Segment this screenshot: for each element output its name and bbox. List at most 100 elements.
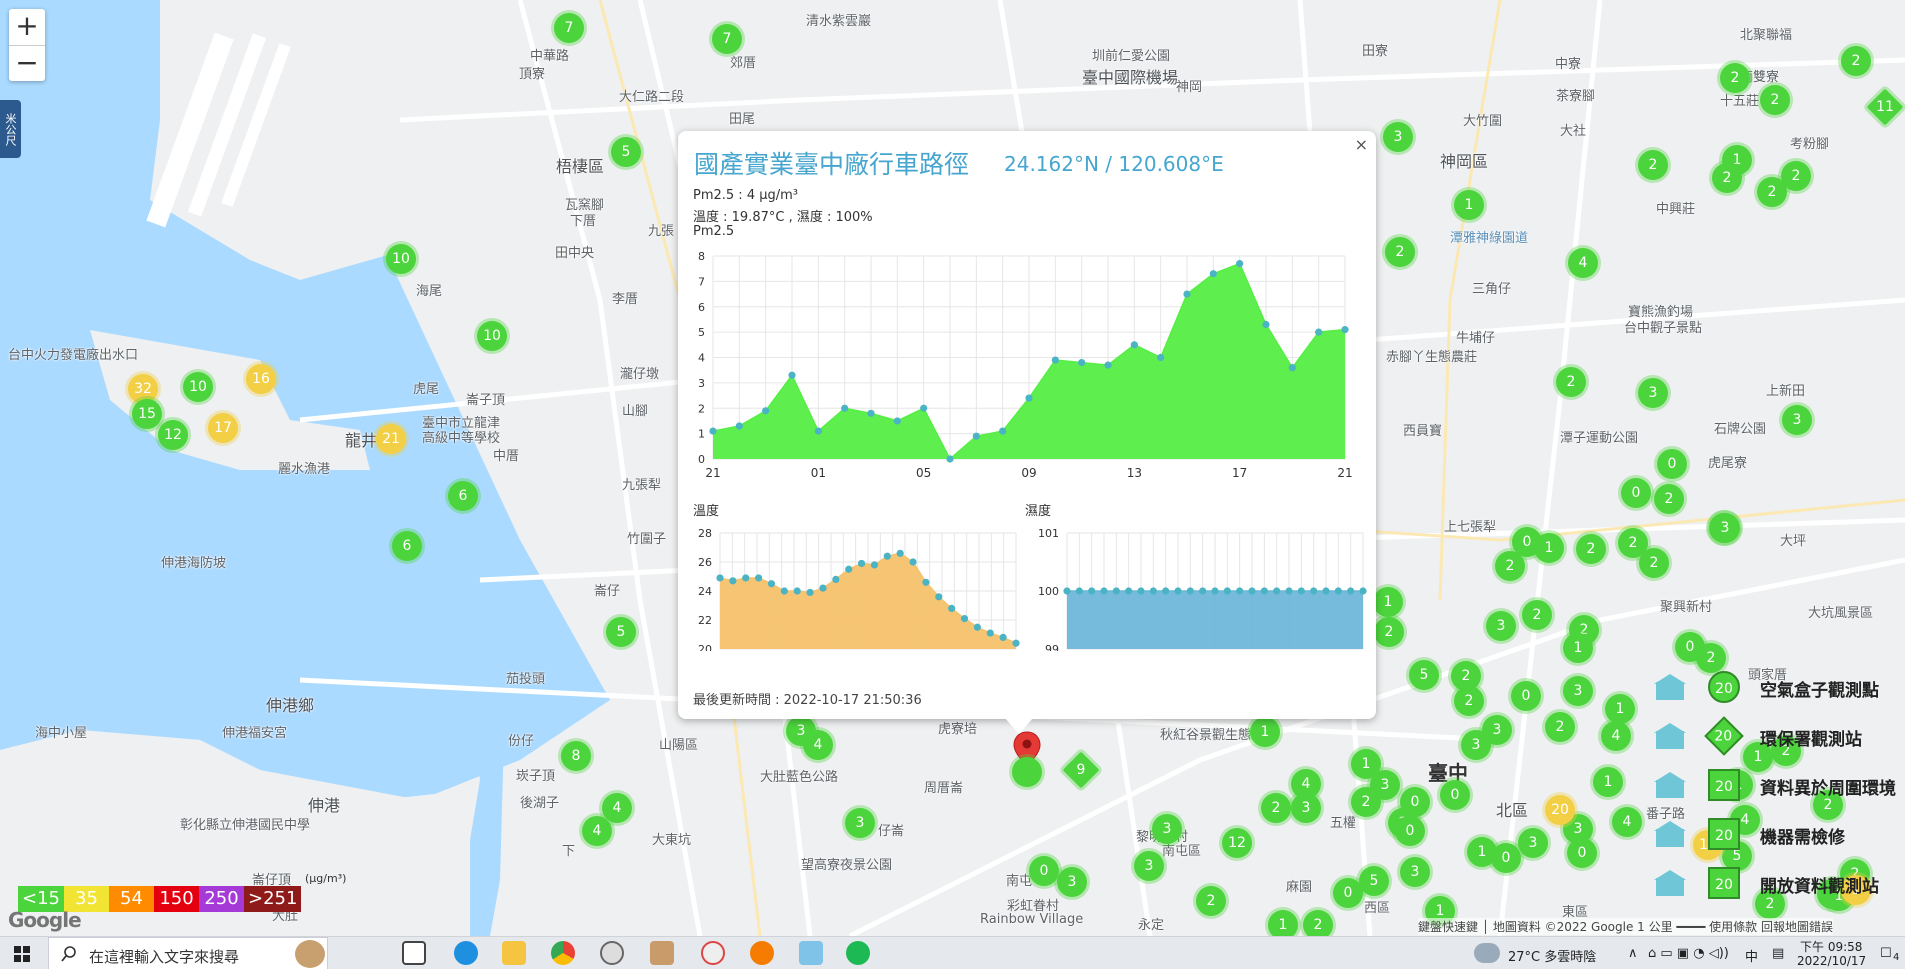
sensor-marker[interactable]: 1 xyxy=(1534,533,1564,563)
zoom-in-button[interactable]: + xyxy=(9,9,45,45)
sensor-marker[interactable]: 12 xyxy=(158,420,188,450)
clock-time[interactable]: 下午 09:58 xyxy=(1800,938,1862,955)
sensor-marker[interactable]: 3 xyxy=(1782,405,1812,435)
sensor-marker[interactable]: 2 xyxy=(1196,886,1226,916)
sensor-marker[interactable]: 5 xyxy=(606,617,636,647)
sensor-marker[interactable]: 4 xyxy=(1568,248,1598,278)
sensor-marker[interactable]: 21 xyxy=(376,424,406,454)
sensor-marker[interactable]: 2 xyxy=(1454,686,1484,716)
weather-text[interactable]: 27°C 多雲時陰 xyxy=(1508,946,1596,965)
sensor-marker[interactable]: 1 xyxy=(1268,910,1298,936)
sensor-marker[interactable]: 10 xyxy=(477,321,507,351)
sensor-marker[interactable]: 6 xyxy=(392,531,422,561)
sensor-marker[interactable]: 3 xyxy=(1638,378,1668,408)
sensor-marker[interactable]: 7 xyxy=(554,13,584,43)
sensor-marker[interactable]: 0 xyxy=(1029,856,1059,886)
sensor-marker[interactable]: 3 xyxy=(1400,857,1430,887)
sensor-marker[interactable]: 3 xyxy=(1291,793,1321,823)
input-method-indicator[interactable]: 中 xyxy=(1745,946,1758,965)
notification-icon[interactable]: ☐ xyxy=(1880,946,1892,961)
sensor-marker[interactable]: 3 xyxy=(1563,676,1593,706)
sensor-marker[interactable]: 0 xyxy=(1657,449,1687,479)
file-explorer-icon[interactable] xyxy=(502,941,526,965)
chrome-browser-icon[interactable] xyxy=(551,941,575,965)
sensor-marker[interactable]: 4 xyxy=(1601,721,1631,751)
compass-app-icon[interactable] xyxy=(600,941,624,965)
sensor-marker[interactable]: 7 xyxy=(712,24,742,54)
snipping-tool-icon[interactable] xyxy=(701,941,725,965)
sensor-marker[interactable]: 0 xyxy=(1511,681,1541,711)
sensor-marker[interactable]: 3 xyxy=(1383,122,1413,152)
map-attribution[interactable]: 鍵盤快速鍵 │ 地圖資料 ©2022 Google 1 公里 ━━━━ 使用條款… xyxy=(1418,918,1833,935)
selected-sensor-marker[interactable] xyxy=(1012,757,1042,787)
tray-chevron-up-icon[interactable]: ∧ xyxy=(1628,946,1638,961)
sensor-marker[interactable]: 16 xyxy=(246,364,276,394)
sensor-marker[interactable]: 10 xyxy=(183,372,213,402)
sensor-marker[interactable]: 3 xyxy=(1710,513,1740,543)
sensor-marker[interactable]: 0 xyxy=(1395,816,1425,846)
sensor-marker[interactable]: 2 xyxy=(1385,237,1415,267)
sensor-marker[interactable]: 3 xyxy=(1370,770,1400,800)
sensor-marker[interactable]: 3 xyxy=(1482,715,1512,745)
sensor-marker[interactable]: 2 xyxy=(1576,534,1606,564)
sensor-marker[interactable]: 1 xyxy=(1593,767,1623,797)
sensor-marker[interactable]: 2 xyxy=(1556,367,1586,397)
sensor-marker[interactable]: 2 xyxy=(1841,46,1871,76)
spotify-icon[interactable] xyxy=(846,941,870,965)
sensor-marker[interactable]: 3 xyxy=(845,808,875,838)
sensor-marker[interactable]: 2 xyxy=(1522,600,1552,630)
sensor-marker[interactable]: 8 xyxy=(561,741,591,771)
blender-icon[interactable] xyxy=(750,941,774,965)
sensor-marker[interactable]: 2 xyxy=(1495,551,1525,581)
tray-keyboard-icon[interactable]: ▤ xyxy=(1772,946,1784,961)
sensor-marker[interactable]: 2 xyxy=(1781,161,1811,191)
sensor-marker[interactable]: 2 xyxy=(1654,484,1684,514)
sensor-marker[interactable]: 17 xyxy=(208,413,238,443)
sensor-marker[interactable]: 2 xyxy=(1303,910,1333,936)
map-view[interactable]: 清水紫雲巖 臺中國際機場 圳前仁愛公園 神岡 田寮 中寮 北聚聯福 南雙寮 十五莊 茶寮腳 大竹圍大… xyxy=(0,0,1905,936)
sensor-marker[interactable]: 5 xyxy=(611,137,641,167)
taskbar-search-box[interactable]: 在這裡輸入文字來搜尋 xyxy=(48,937,328,969)
sensor-marker[interactable]: 5 xyxy=(1409,660,1439,690)
sensor-marker[interactable]: 1 xyxy=(1605,694,1635,724)
sensor-marker[interactable]: 3 xyxy=(1486,611,1516,641)
sensor-marker[interactable]: 9 xyxy=(1062,751,1100,789)
clock-date[interactable]: 2022/10/17 xyxy=(1797,954,1866,968)
sensor-marker[interactable]: 2 xyxy=(1720,63,1750,93)
sensor-marker[interactable]: 2 xyxy=(1712,163,1742,193)
sensor-marker[interactable]: 15 xyxy=(132,399,162,429)
sensor-marker[interactable]: 2 xyxy=(1374,617,1404,647)
sensor-marker[interactable]: 3 xyxy=(1057,867,1087,897)
sensor-marker[interactable]: 12 xyxy=(1222,828,1252,858)
zoom-out-button[interactable]: − xyxy=(9,45,45,81)
sensor-marker[interactable]: 0 xyxy=(1491,843,1521,873)
tray-icons[interactable]: ⌂ ▭ ▣ ◔ ◁)) xyxy=(1648,946,1729,961)
task-view-icon[interactable] xyxy=(402,941,426,965)
sensor-marker[interactable]: 2 xyxy=(1760,85,1790,115)
sensor-marker[interactable]: 0 xyxy=(1621,478,1651,508)
sensor-marker[interactable]: 11 xyxy=(1866,88,1904,126)
app-icon-blue[interactable] xyxy=(799,941,823,965)
sensor-marker[interactable]: 10 xyxy=(386,244,416,274)
app-icon[interactable] xyxy=(650,941,674,965)
sensor-marker[interactable]: 4 xyxy=(803,730,833,760)
sensor-marker[interactable]: 2 xyxy=(1639,548,1669,578)
sensor-marker[interactable]: 3 xyxy=(1518,828,1548,858)
sensor-marker[interactable]: 5 xyxy=(1359,866,1389,896)
sensor-marker[interactable]: 3 xyxy=(1134,851,1164,881)
sensor-marker[interactable]: 3 xyxy=(1152,814,1182,844)
sensor-marker[interactable]: 20 xyxy=(1545,795,1575,825)
sensor-marker[interactable]: 0 xyxy=(1567,838,1597,868)
sensor-marker[interactable]: 2 xyxy=(1545,712,1575,742)
menu-tab[interactable]: 米公尺 xyxy=(0,100,21,158)
sensor-marker[interactable]: 1 xyxy=(1454,190,1484,220)
sensor-marker[interactable]: 2 xyxy=(1638,150,1668,180)
windows-start-icon[interactable] xyxy=(14,946,30,962)
sensor-marker[interactable]: 0 xyxy=(1440,780,1470,810)
sensor-marker[interactable]: 4 xyxy=(1612,807,1642,837)
edge-browser-icon[interactable] xyxy=(454,941,478,965)
sensor-marker[interactable]: 6 xyxy=(448,481,478,511)
close-icon[interactable]: × xyxy=(1355,135,1368,154)
sensor-marker[interactable]: 1 xyxy=(1373,587,1403,617)
sensor-marker[interactable]: 4 xyxy=(582,816,612,846)
